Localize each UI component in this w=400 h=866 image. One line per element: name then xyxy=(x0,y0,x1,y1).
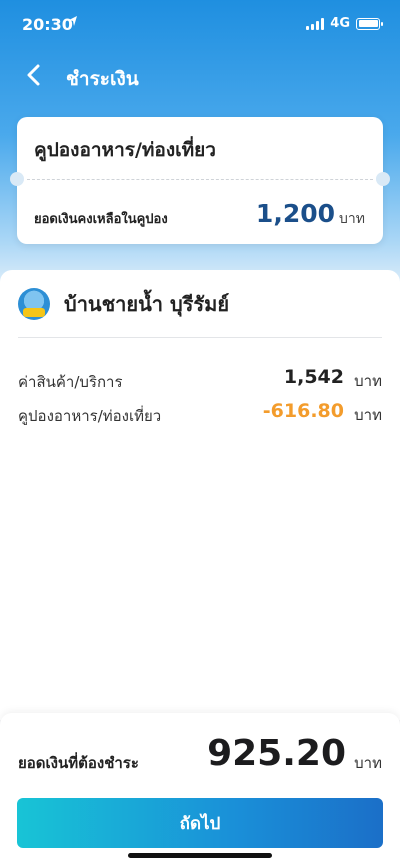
coupon-notch-left xyxy=(10,172,24,186)
line-item-label: ค่าสินค้า/บริการ xyxy=(18,373,123,391)
divider xyxy=(18,337,382,338)
coupon-balance-unit: บาท xyxy=(339,211,365,227)
navigation-bar: ชำระเงิน xyxy=(0,56,400,96)
total-amount: 925.20 xyxy=(207,733,346,774)
coupon-divider xyxy=(27,179,373,180)
line-item-subtotal: ค่าสินค้า/บริการ 1,542 บาท xyxy=(18,366,382,392)
line-item-value: 1,542 xyxy=(283,366,344,388)
chevron-left-icon[interactable] xyxy=(20,60,50,90)
next-button[interactable]: ถัดไป xyxy=(17,798,383,848)
network-type: 4G xyxy=(330,16,350,31)
total-label: ยอดเงินที่ต้องชำระ xyxy=(18,754,139,772)
line-item-coupon-discount: คูปองอาหาร/ท่องเที่ยว -616.80 บาท xyxy=(18,400,382,426)
home-indicator xyxy=(128,853,272,858)
checkout-panel: ยอดเงินที่ต้องชำระ 925.20 บาท ถัดไป xyxy=(0,713,400,866)
coupon-balance-label: ยอดเงินคงเหลือในคูปอง xyxy=(34,212,168,227)
location-arrow-icon xyxy=(69,16,77,26)
status-bar: 20:30 4G xyxy=(0,0,400,48)
line-item-label: คูปองอาหาร/ท่องเที่ยว xyxy=(18,407,162,425)
shop-logo-icon xyxy=(18,288,50,320)
coupon-card: คูปองอาหาร/ท่องเที่ยว ยอดเงินคงเหลือในคู… xyxy=(10,117,390,244)
coupon-balance-value: 1,200 xyxy=(255,199,335,228)
coupon-title: คูปองอาหาร/ท่องเที่ยว xyxy=(34,139,216,161)
total-unit: บาท xyxy=(354,754,382,772)
line-item-value: -616.80 xyxy=(262,400,344,422)
line-item-unit: บาท xyxy=(354,406,382,424)
payment-details-sheet: บ้านชายน้ำ บุรีรัมย์ ค่าสินค้า/บริการ 1,… xyxy=(0,270,400,720)
coupon-notch-right xyxy=(376,172,390,186)
battery-icon xyxy=(356,17,383,30)
status-indicators: 4G xyxy=(306,16,383,31)
page-title: ชำระเงิน xyxy=(66,68,139,90)
signal-icon xyxy=(306,17,325,30)
line-item-unit: บาท xyxy=(354,372,382,390)
status-time: 20:30 xyxy=(22,15,73,34)
shop-name: บ้านชายน้ำ บุรีรัมย์ xyxy=(64,292,230,316)
shop-row: บ้านชายน้ำ บุรีรัมย์ xyxy=(18,288,229,320)
